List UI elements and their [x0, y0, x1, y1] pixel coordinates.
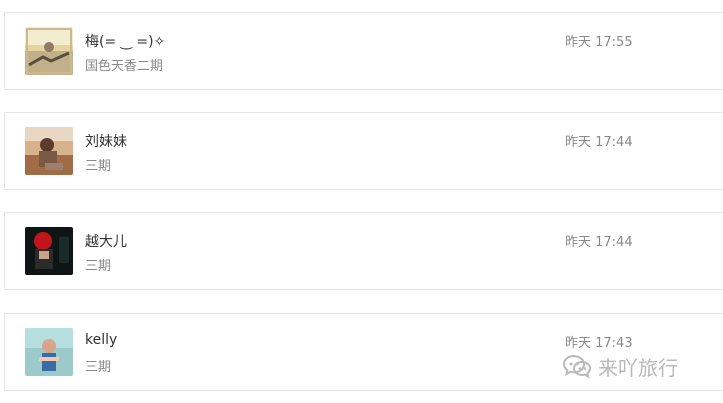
avatar-photo-icon[interactable] — [25, 27, 73, 75]
avatar-photo-icon[interactable] — [25, 328, 73, 376]
message-time: 昨天 17:43 — [565, 336, 633, 351]
list-item[interactable]: 刘妹妹 三期 昨天 17:44 — [4, 112, 723, 190]
contact-subtitle: 三期 — [85, 259, 112, 274]
contact-name: kelly — [85, 332, 118, 348]
contact-name: 梅(= ‿ =)✧ — [85, 34, 166, 50]
message-time: 昨天 17:44 — [565, 135, 633, 150]
message-time: 昨天 17:44 — [565, 235, 633, 250]
avatar-photo-icon[interactable] — [25, 127, 73, 175]
watermark-text: 来吖旅行 — [598, 355, 678, 380]
message-list-page: 梅(= ‿ =)✧ 国色天香二期 昨天 17:55 刘妹妹 三期 昨天 17:4… — [0, 0, 723, 403]
avatar-photo-icon[interactable] — [25, 227, 73, 275]
contact-name: 刘妹妹 — [85, 134, 127, 150]
contact-subtitle: 三期 — [85, 360, 112, 375]
message-time: 昨天 17:55 — [565, 35, 633, 50]
list-item[interactable]: 越大儿 三期 昨天 17:44 — [4, 212, 723, 290]
wechat-icon — [562, 352, 592, 380]
contact-subtitle: 三期 — [85, 159, 112, 174]
watermark: 来吖旅行 — [562, 350, 678, 382]
list-item[interactable]: 梅(= ‿ =)✧ 国色天香二期 昨天 17:55 — [4, 12, 723, 90]
contact-subtitle: 国色天香二期 — [85, 59, 164, 74]
contact-name: 越大儿 — [85, 234, 127, 250]
